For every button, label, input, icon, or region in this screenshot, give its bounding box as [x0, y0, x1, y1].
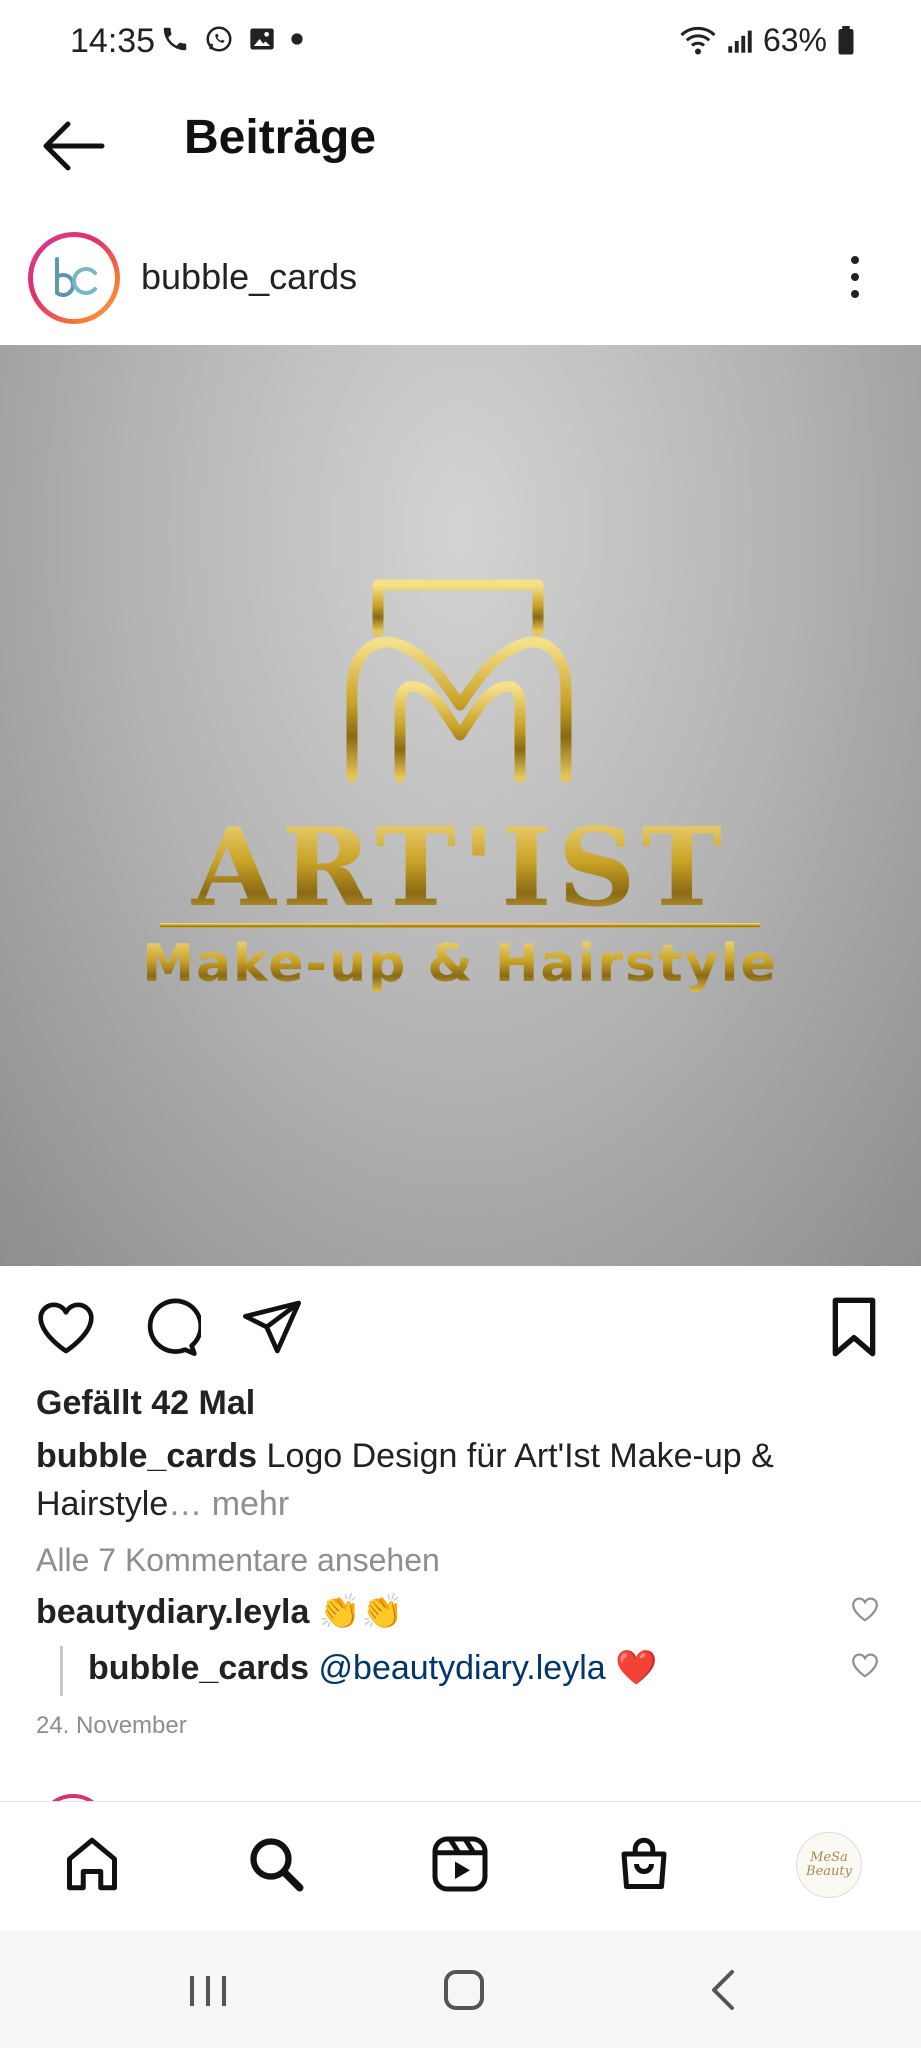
recent-apps-icon [190, 1976, 226, 2006]
share-button[interactable] [240, 1295, 304, 1359]
post-username[interactable]: bubble_cards [141, 256, 357, 298]
reply-like-button[interactable] [850, 1650, 880, 1685]
heart-icon [38, 1302, 94, 1354]
caption: bubble_cards Logo Design für Art'Ist Mak… [36, 1432, 876, 1528]
heart-outline-icon [852, 1597, 878, 1622]
nav-shop-button[interactable] [614, 1834, 674, 1894]
heart-outline-icon [852, 1653, 878, 1678]
view-all-comments-link[interactable]: Alle 7 Kommentare ansehen [36, 1542, 440, 1579]
bookmark-icon [832, 1297, 876, 1357]
status-time: 14:35 [70, 22, 156, 60]
back-system-button[interactable] [694, 1960, 754, 2020]
shop-bag-icon [621, 1837, 667, 1889]
caption-ellipsis: … [168, 1485, 203, 1523]
arrow-left-icon [43, 121, 105, 171]
like-button[interactable] [34, 1295, 98, 1359]
reply-thread-line [60, 1646, 63, 1696]
status-system-icons: 63% [679, 22, 855, 59]
send-icon [243, 1300, 301, 1354]
post-author-avatar[interactable] [28, 232, 120, 324]
more-options-button[interactable] [843, 252, 867, 302]
comment-icon [147, 1298, 204, 1356]
comment-like-button[interactable] [850, 1594, 880, 1629]
caption-more-link[interactable]: mehr [212, 1485, 289, 1523]
nav-home-button[interactable] [62, 1834, 122, 1894]
reply-text: ❤️ [615, 1649, 658, 1687]
comment-item: beautydiary.leyla 👏👏 [36, 1592, 404, 1632]
back-button[interactable] [38, 118, 108, 174]
likes-count[interactable]: Gefällt 42 Mal [36, 1384, 255, 1423]
more-vertical-icon [851, 256, 859, 298]
phone-icon [163, 27, 187, 51]
comment-button[interactable] [137, 1295, 204, 1359]
logo-tagline-text: Make-up & Hairstyle [142, 934, 778, 994]
nav-profile-avatar[interactable]: MeSa Beauty [796, 1832, 862, 1898]
artist-logo-graphic: ART'IST Make-up & Hairstyle [142, 579, 778, 994]
page-title: Beiträge [184, 111, 377, 164]
logo-brand-text: ART'IST [191, 805, 728, 931]
recent-apps-button[interactable] [178, 1960, 238, 2020]
post-date: 24. November [36, 1712, 187, 1739]
home-square-icon [444, 1970, 484, 2010]
signal-icon [728, 30, 752, 53]
gallery-icon [250, 28, 274, 50]
dot-icon [291, 33, 303, 45]
reply-mention[interactable]: @beautydiary.leyla [319, 1649, 606, 1687]
reply-username[interactable]: bubble_cards [88, 1649, 309, 1687]
wifi-icon [680, 26, 716, 54]
save-button[interactable] [822, 1295, 886, 1359]
comment-username[interactable]: beautydiary.leyla [36, 1593, 309, 1631]
reels-icon [432, 1836, 488, 1892]
home-icon [67, 1837, 117, 1891]
post-image[interactable]: ART'IST Make-up & Hairstyle [0, 345, 921, 1266]
status-notification-icons [160, 24, 304, 54]
search-icon [250, 1838, 304, 1892]
whatsapp-icon [206, 26, 232, 52]
battery-percent: 63% [762, 22, 827, 58]
chevron-left-icon [712, 1970, 734, 2010]
comment-text: 👏👏 [318, 1593, 404, 1631]
nav-reels-button[interactable] [430, 1834, 490, 1894]
battery-icon [838, 25, 854, 54]
reply-item: bubble_cards @beautydiary.leyla ❤️ [88, 1648, 657, 1688]
nav-search-button[interactable] [246, 1834, 306, 1894]
bc-logo-icon [55, 257, 97, 297]
home-system-button[interactable] [434, 1960, 494, 2020]
profile-avatar-logo: MeSa Beauty [806, 1850, 852, 1879]
caption-username[interactable]: bubble_cards [36, 1437, 257, 1475]
